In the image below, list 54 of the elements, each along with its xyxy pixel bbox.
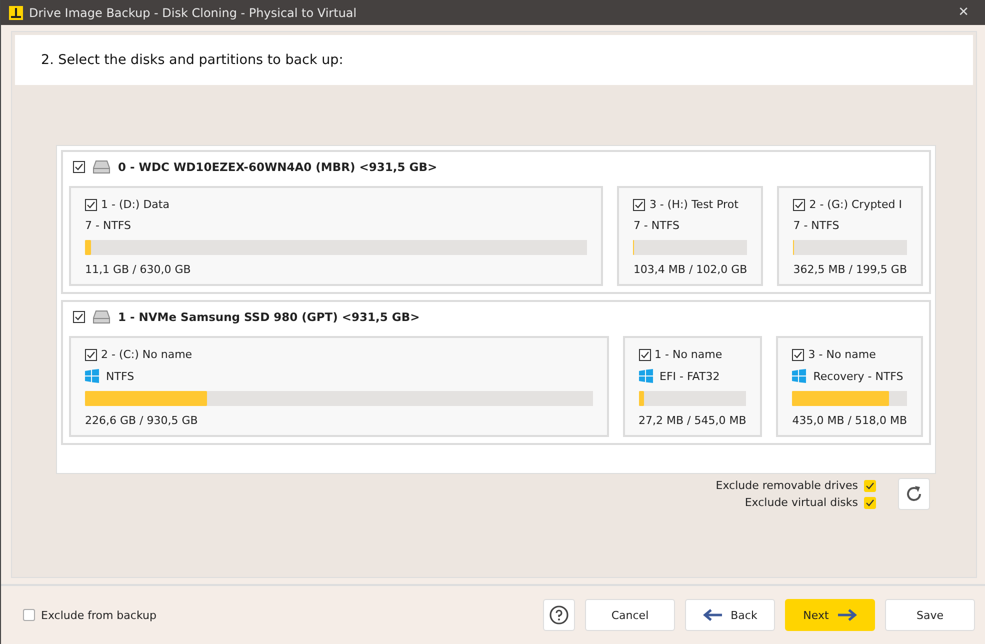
help-button[interactable] <box>543 599 575 631</box>
file-system-label: 7 - NTFS <box>633 219 680 232</box>
checkbox[interactable] <box>23 609 35 621</box>
dialog-button[interactable]: Save <box>885 599 975 631</box>
checkbox[interactable] <box>73 311 85 323</box>
checkbox[interactable] <box>792 348 804 360</box>
usage-text: 11,1 GB / 630,0 GB <box>85 263 192 276</box>
drive-icon <box>93 160 110 174</box>
usage-text: 435,0 MB / 518,0 MB <box>792 414 907 427</box>
step-title: 2. Select the disks and partitions to back up: <box>41 52 344 68</box>
usage-text: 362,5 MB / 199,5 GB <box>793 263 907 276</box>
left-arrow-icon <box>702 608 723 622</box>
dialog-button[interactable]: Cancel <box>585 599 675 631</box>
usage-text: 226,6 GB / 930,5 GB <box>85 414 199 427</box>
checkbox[interactable] <box>85 348 97 360</box>
partition-label: 3 - No name <box>808 348 876 361</box>
disk-label: 0 - WDC WD10EZEX-60WN4A0 (MBR) <931,5 GB> <box>118 160 438 174</box>
checkbox[interactable] <box>73 161 85 173</box>
checkbox[interactable] <box>638 348 650 360</box>
file-system-label: Recovery - NTFS <box>813 370 904 382</box>
app-logo-icon <box>9 6 23 20</box>
right-arrow-icon <box>836 608 857 622</box>
drive-icon <box>93 310 110 324</box>
partition-card[interactable]: 2 - (C:) No name NTFS 226,6 GB / 930,5 GB <box>69 336 608 437</box>
partition-card[interactable]: 3 - No name Recovery - NTFS 435,0 MB / 518,0 MB <box>776 336 923 437</box>
partition-card[interactable]: 1 - (D:) Data 7 - NTFS 11,1 GB / 630,0 GB <box>69 186 604 286</box>
option-label: Exclude removable drives <box>716 479 858 492</box>
close-button[interactable]: ✕ <box>950 5 977 20</box>
back-button[interactable]: Back <box>685 599 775 631</box>
option-label: Exclude virtual disks <box>744 496 858 509</box>
partition-label: 2 - (C:) No name <box>101 348 192 361</box>
checkbox[interactable] <box>85 198 97 210</box>
partition-card[interactable]: 3 - (H:) Test Prot 7 - NTFS 103,4 MB / 102,0 GB <box>617 186 764 286</box>
refresh-button[interactable] <box>898 478 930 510</box>
checkbox[interactable] <box>633 198 646 210</box>
usage-text: 27,2 MB / 545,0 MB <box>638 414 746 427</box>
checkbox[interactable] <box>793 198 806 210</box>
partition-label: 2 - (G:) Crypted I <box>809 198 902 211</box>
partition-card[interactable]: 2 - (G:) Crypted I 7 - NTFS 362,5 MB / 199,5 GB <box>777 186 923 286</box>
file-system-label: EFI - FAT32 <box>660 370 720 382</box>
exclude-label: Exclude from backup <box>41 608 156 622</box>
partition-label: 1 - No name <box>654 348 722 361</box>
partition-label: 1 - (D:) Data <box>101 198 170 211</box>
window-title: Drive Image Backup - Disk Cloning - Physical to Virtual <box>29 6 358 20</box>
help-icon <box>549 605 569 625</box>
next-button[interactable]: Next <box>785 599 875 631</box>
disk-label: 1 - NVMe Samsung SSD 980 (GPT) <931,5 GB> <box>118 310 420 324</box>
partition-label: 3 - (H:) Test Prot <box>649 198 738 211</box>
file-system-label: NTFS <box>106 370 134 382</box>
refresh-icon <box>904 484 924 504</box>
usage-text: 103,4 MB / 102,0 GB <box>633 263 748 276</box>
file-system-label: 7 - NTFS <box>793 219 840 232</box>
partition-card[interactable]: 1 - No name EFI - FAT32 27,2 MB / 545,0 MB <box>622 336 762 437</box>
file-system-label: 7 - NTFS <box>85 219 132 232</box>
